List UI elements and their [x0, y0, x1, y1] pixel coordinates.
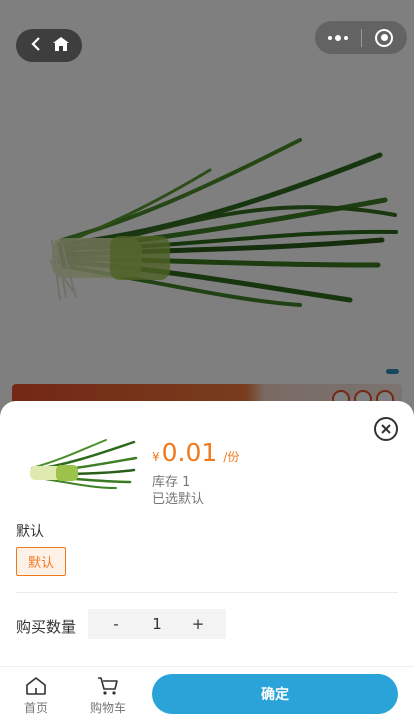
target-icon — [375, 28, 394, 47]
cart-icon — [98, 677, 118, 695]
quantity-stepper: - 1 + — [88, 609, 226, 639]
selected-spec-text: 已选默认 — [152, 492, 205, 507]
nav-capsule-right — [315, 21, 407, 54]
increment-button[interactable]: + — [170, 615, 226, 633]
back-icon[interactable] — [30, 36, 42, 55]
price-unit: /份 — [223, 450, 240, 464]
price: ¥ 0.01 /份 — [152, 438, 239, 467]
decrement-button[interactable]: - — [88, 615, 144, 633]
spec-option-default[interactable]: 默认 — [16, 547, 66, 576]
product-thumbnail — [26, 430, 138, 496]
currency-symbol: ¥ — [152, 450, 160, 464]
more-dots-icon — [327, 34, 348, 41]
quantity-label: 购买数量 — [16, 618, 77, 636]
nav-capsule-left — [16, 29, 82, 62]
exit-button[interactable] — [361, 21, 407, 54]
home-icon[interactable] — [52, 36, 69, 55]
divider — [16, 592, 398, 593]
price-value: 0.01 — [161, 438, 218, 467]
confirm-button[interactable]: 确定 — [152, 674, 398, 714]
spec-group-title: 默认 — [16, 524, 44, 540]
close-button[interactable] — [374, 417, 398, 441]
close-icon — [381, 424, 391, 434]
cart-tab[interactable]: 购物车 — [80, 676, 136, 716]
cart-tab-label: 购物车 — [89, 701, 126, 715]
house-icon — [26, 677, 46, 695]
home-tab-label: 首页 — [23, 701, 48, 715]
quantity-value[interactable]: 1 — [144, 615, 170, 633]
home-tab[interactable]: 首页 — [8, 676, 64, 716]
more-button[interactable] — [315, 21, 361, 54]
